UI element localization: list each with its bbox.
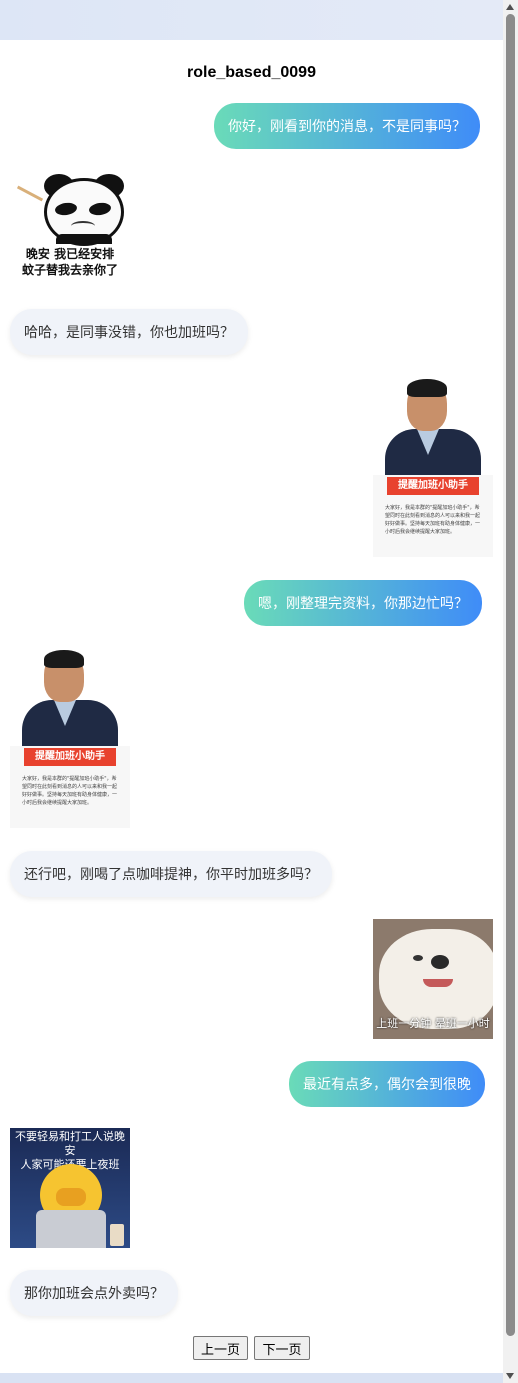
sticker-photo — [10, 648, 130, 746]
chat-bubble-received: 还行吧，刚喝了点咖啡提神，你平时加班多吗？ — [10, 851, 332, 897]
sticker-photo — [373, 377, 493, 475]
dog-eye — [413, 955, 423, 961]
sticker-banner: 提醒加班小助手 — [24, 748, 116, 766]
sticker-banner: 提醒加班小助手 — [387, 477, 479, 495]
yawn-sticker: 不要轻易和打工人说晚安 人家可能还要上夜班 — [10, 1128, 130, 1248]
laptop-icon — [36, 1210, 106, 1248]
chat-bubble-sent: 最近有点多，偶尔会到很晚 — [289, 1061, 485, 1107]
cup-icon — [110, 1224, 124, 1246]
chat-bubble-received: 哈哈，是同事没错，你也加班吗？ — [10, 309, 248, 355]
chat-bubble-sent: 嗯，刚整理完资料，你那边忙吗？ — [244, 580, 482, 626]
next-page-button[interactable]: 下一页 — [254, 1336, 310, 1360]
top-bar — [0, 0, 503, 40]
scroll-up-icon[interactable] — [506, 4, 514, 10]
panda-eye-left — [54, 201, 78, 217]
chat-bubble-sent: 你好，刚看到你的消息，不是同事吗？ — [214, 103, 480, 149]
chat-bubble-received: 那你加班会点外卖吗？ — [10, 1270, 178, 1316]
dog-mouth — [423, 979, 453, 987]
sticker-description: 大家好，我是本群的"提醒加班小助手"，希望同时在此刻看到消息的人可以来和我一起好… — [22, 776, 118, 806]
page-title: role_based_0099 — [187, 64, 316, 81]
vertical-scrollbar[interactable] — [503, 0, 518, 1383]
panda-body — [56, 234, 112, 244]
dog-nose — [431, 955, 449, 969]
hair — [44, 650, 84, 668]
sticker-description: 大家好，我是本群的"提醒加班小助手"，希望同时在此刻看到消息的人可以来和我一起好… — [385, 505, 481, 535]
hair — [407, 379, 447, 397]
chat-page: role_based_0099 你好，刚看到你的消息，不是同事吗？ 晚安 我已经… — [0, 40, 503, 1373]
scrollbar-thumb[interactable] — [506, 14, 515, 1336]
overtime-reminder-sticker: 提醒加班小助手 大家好，我是本群的"提醒加班小助手"，希望同时在此刻看到消息的人… — [10, 648, 130, 828]
overtime-reminder-sticker: 提醒加班小助手 大家好，我是本群的"提醒加班小助手"，希望同时在此刻看到消息的人… — [373, 377, 493, 557]
prev-page-button[interactable]: 上一页 — [193, 1336, 248, 1360]
panda-mouth — [71, 221, 95, 231]
hand-icon — [56, 1188, 86, 1206]
dog-sticker: 上班一分钟 晕班一小时 — [373, 919, 493, 1039]
panda-eye-right — [88, 201, 112, 217]
cigarette-icon — [16, 185, 44, 202]
panda-sticker: 晚安 我已经安排 蚊子替我去亲你了 — [10, 170, 130, 290]
sticker-caption: 晚安 我已经安排 蚊子替我去亲你了 — [21, 247, 118, 277]
scroll-down-icon[interactable] — [506, 1373, 514, 1379]
sticker-caption: 上班一分钟 晕班一小时 — [376, 1017, 490, 1030]
bottom-bar — [0, 1373, 503, 1383]
